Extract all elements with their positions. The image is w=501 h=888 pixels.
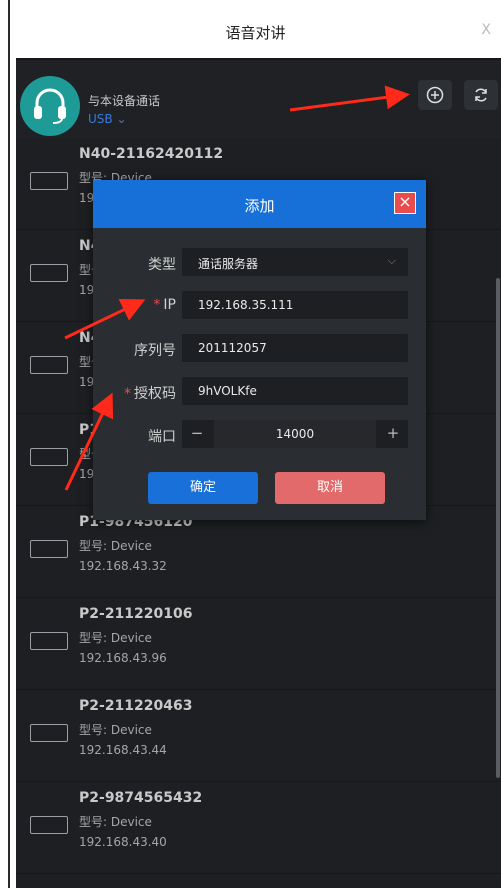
serial-input[interactable]: 201112057 <box>182 334 408 362</box>
ip-label: * IP <box>153 297 176 313</box>
chevron-down-icon: ⌄ <box>116 112 127 126</box>
auth-label-text: 授权码 <box>134 386 176 402</box>
ip-input[interactable]: 192.168.35.111 <box>182 291 408 319</box>
ip-label-text: IP <box>163 297 176 313</box>
confirm-button[interactable]: 确定 <box>148 472 258 504</box>
add-device-button[interactable] <box>418 80 452 110</box>
scrollbar[interactable] <box>496 138 501 838</box>
dialog-close-button[interactable]: × <box>394 192 416 214</box>
refresh-button[interactable] <box>464 80 498 110</box>
port-value-input[interactable]: 14000 <box>214 420 376 448</box>
device-icon <box>30 264 68 282</box>
device-name: N40-21162420112 <box>79 146 224 162</box>
device-model: 型号: Device <box>79 539 152 553</box>
device-name: P2-211220463 <box>79 698 193 714</box>
device-model: 型号: Device <box>79 631 152 645</box>
device-ip: 19 <box>79 283 95 297</box>
audio-source-value: USB <box>88 112 113 126</box>
device-ip: 19 <box>79 375 95 389</box>
device-row[interactable]: P2-211220463 型号: Device 192.168.43.44 <box>16 690 501 782</box>
dialog-header: 添加 × <box>93 180 426 228</box>
device-icon <box>30 356 68 374</box>
device-icon <box>30 172 68 190</box>
cancel-button[interactable]: 取消 <box>275 472 385 504</box>
required-mark: * <box>153 297 161 313</box>
device-icon <box>30 724 68 742</box>
headset-avatar <box>20 76 80 136</box>
device-ip: 192.168.43.32 <box>79 559 167 573</box>
form-row-port: 端口 − 14000 + <box>93 420 426 450</box>
device-ip: 19 <box>79 467 95 481</box>
device-name: P2-211220106 <box>79 606 193 622</box>
device-ip: 192.168.43.40 <box>79 835 167 849</box>
device-model: 型号: Device <box>79 723 152 737</box>
headset-icon <box>34 88 66 124</box>
type-label: 类型 <box>148 257 176 273</box>
device-row[interactable]: P2-9874565432 型号: Device 192.168.43.40 <box>16 782 501 874</box>
chevron-down-icon: ⌵ <box>387 254 396 267</box>
local-device-header: 与本设备通话 USB ⌄ <box>16 60 501 140</box>
serial-label: 序列号 <box>134 343 176 359</box>
device-model: 型号: Device <box>79 815 152 829</box>
form-row-type: 类型 通话服务器 ⌵ <box>93 248 426 278</box>
form-row-auth: * 授权码 9hVOLKfe <box>93 377 426 407</box>
window-title: 语音对讲 <box>225 24 286 42</box>
device-ip: 192.168.43.96 <box>79 651 167 665</box>
device-name: P2-9874565432 <box>79 790 203 806</box>
auth-code-value: 9hVOLKfe <box>198 384 257 398</box>
required-mark: * <box>124 386 131 402</box>
refresh-icon <box>475 88 487 102</box>
window-close-button[interactable]: X <box>481 22 491 38</box>
increment-button[interactable]: + <box>378 424 408 442</box>
port-label: 端口 <box>148 429 176 445</box>
device-icon <box>30 540 68 558</box>
device-icon <box>30 632 68 650</box>
type-select[interactable]: 通话服务器 ⌵ <box>182 248 408 276</box>
scrollbar-thumb[interactable] <box>496 278 500 778</box>
auth-label: * 授权码 <box>124 383 176 403</box>
dialog-title: 添加 <box>244 197 275 215</box>
form-row-serial: 序列号 201112057 <box>93 334 426 364</box>
form-row-ip: * IP 192.168.35.111 <box>93 291 426 321</box>
talk-local-label: 与本设备通话 <box>88 94 161 108</box>
title-bar: 语音对讲 X <box>10 0 501 66</box>
device-icon <box>30 816 68 834</box>
add-dialog: 添加 × 类型 通话服务器 ⌵ * IP 192.168.35.111 序列号 2… <box>93 180 426 520</box>
audio-source-select[interactable]: USB ⌄ <box>88 112 127 126</box>
port-stepper: − 14000 + <box>182 420 408 448</box>
auth-code-input[interactable]: 9hVOLKfe <box>182 377 408 405</box>
device-row[interactable]: P2-211220106 型号: Device 192.168.43.96 <box>16 598 501 690</box>
type-value: 通话服务器 <box>198 257 259 271</box>
app-window: 语音对讲 X 与本设备通话 USB ⌄ N40-21162420112 型号: … <box>8 0 501 888</box>
plus-circle-icon <box>426 86 444 104</box>
device-icon <box>30 448 68 466</box>
decrement-button[interactable]: − <box>182 424 212 442</box>
device-ip: 192.168.43.44 <box>79 743 167 757</box>
ip-value: 192.168.35.111 <box>198 298 294 312</box>
serial-value: 201112057 <box>198 341 267 355</box>
